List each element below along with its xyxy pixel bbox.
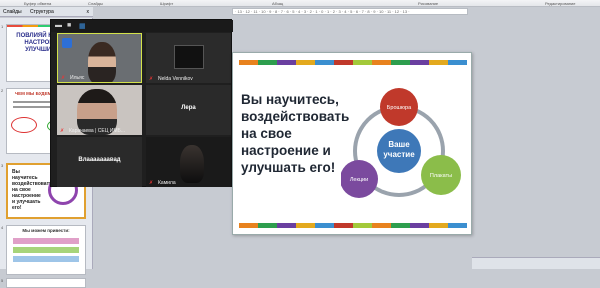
pin-icon[interactable] bbox=[62, 38, 72, 48]
minimize-icon[interactable]: ▬ bbox=[55, 22, 62, 29]
video-grid: ✗ Ильяс ✗ Nelda Vennikov ✗ Карачаева | С… bbox=[57, 33, 231, 187]
stripe-segment bbox=[296, 223, 315, 228]
participant-label: Лера bbox=[181, 105, 196, 111]
video-tile-participant[interactable]: Влааааааавад bbox=[57, 137, 142, 187]
stripe-segment bbox=[239, 223, 258, 228]
ribbon-drawing: Рисование bbox=[418, 1, 439, 6]
ribbon-font: Шрифт bbox=[160, 1, 174, 6]
stripe-segment bbox=[410, 60, 429, 65]
participant-name: Ильяс bbox=[70, 75, 85, 81]
participant-label: Влааааааавад bbox=[78, 157, 121, 163]
thumb-number: 5 bbox=[1, 278, 4, 283]
stripe-segment bbox=[429, 60, 448, 65]
shared-screen-thumbnail bbox=[174, 45, 204, 69]
slide-thumb-5[interactable] bbox=[6, 278, 86, 288]
top-color-stripe bbox=[239, 60, 467, 65]
participant-name: Камила bbox=[158, 180, 176, 186]
stripe-segment bbox=[315, 223, 334, 228]
thumb-row bbox=[13, 247, 79, 253]
slide-thumb-4[interactable]: Мы можем привести: bbox=[6, 225, 86, 275]
stripe-segment bbox=[277, 60, 296, 65]
mic-muted-icon: ✗ bbox=[149, 76, 154, 82]
participant-name: Карачаева | СЕЦ ИМБ... bbox=[69, 128, 126, 134]
sidebar-close-button[interactable]: x bbox=[87, 9, 90, 15]
main-slide[interactable]: Вы научитесь, воздействовать на свое нас… bbox=[232, 52, 472, 235]
stripe-segment bbox=[296, 60, 315, 65]
tab-outline[interactable]: Структура bbox=[30, 9, 54, 15]
stripe-segment bbox=[334, 60, 353, 65]
thumb-number: 3 bbox=[1, 163, 4, 168]
thumb-title: Вы научитесь воздействовать на свое наст… bbox=[12, 169, 53, 211]
participant-video bbox=[88, 42, 116, 82]
thumb-row bbox=[13, 238, 79, 244]
video-tile-participant[interactable]: ✗ Nelda Vennikov bbox=[146, 33, 231, 83]
ribbon-clipboard: Буфер обмена bbox=[24, 1, 52, 6]
cycle-diagram: Ваше участие Брошюра Плакаты Лекции bbox=[341, 88, 461, 198]
thumb-number: 1 bbox=[1, 24, 4, 29]
stripe-segment bbox=[258, 60, 277, 65]
node-brochure-label: Брошюра bbox=[387, 105, 412, 111]
sidebar-tabs: Слайды Структура x bbox=[0, 7, 93, 17]
stripe-segment bbox=[372, 60, 391, 65]
video-tile-participant[interactable]: ✗ Ильяс bbox=[57, 33, 142, 83]
mic-muted-icon: ✗ bbox=[61, 75, 66, 81]
tab-slides[interactable]: Слайды bbox=[3, 9, 22, 15]
ribbon-editing: Редактирование bbox=[545, 1, 576, 6]
thumb-title: Мы можем привести: bbox=[22, 228, 70, 233]
video-toolbar: ▬ ■ ▦ bbox=[51, 20, 233, 32]
node-lectures-label: Лекции bbox=[350, 177, 368, 183]
node-posters-label: Плакаты bbox=[430, 173, 452, 179]
thumb-number: 4 bbox=[1, 225, 4, 230]
video-tile-participant[interactable]: Лера bbox=[146, 85, 231, 135]
grid-view-icon[interactable]: ▦ bbox=[79, 22, 86, 30]
horizontal-ruler: · 13 · 12 · 11 · 10 · 9 · 8 · 7 · 6 · 5 … bbox=[232, 8, 468, 15]
ribbon-slides: Слайды bbox=[88, 1, 103, 6]
stripe-segment bbox=[353, 60, 372, 65]
participant-video bbox=[180, 145, 204, 183]
stripe-segment bbox=[391, 60, 410, 65]
video-tile-participant[interactable]: ✗ Камила bbox=[146, 137, 231, 187]
thumb-number: 2 bbox=[1, 88, 4, 93]
status-bar bbox=[472, 257, 600, 269]
stripe-segment bbox=[315, 60, 334, 65]
thumb-row bbox=[13, 256, 79, 262]
thumb-shape bbox=[11, 117, 37, 133]
participant-name: Nelda Vennikov bbox=[158, 76, 193, 82]
stripe-segment bbox=[277, 223, 296, 228]
stripe-segment bbox=[258, 223, 277, 228]
slide-title[interactable]: Вы научитесь, воздействовать на свое нас… bbox=[241, 91, 351, 176]
ribbon-paragraph: Абзац bbox=[272, 1, 284, 6]
ribbon-group-labels: Буфер обмена Слайды Шрифт Абзац Рисовани… bbox=[0, 0, 600, 7]
mic-muted-icon: ✗ bbox=[60, 128, 65, 134]
stripe-segment bbox=[239, 60, 258, 65]
video-tile-participant[interactable]: ✗ Карачаева | СЕЦ ИМБ... bbox=[57, 85, 142, 135]
stripe-segment bbox=[448, 60, 467, 65]
mic-muted-icon: ✗ bbox=[149, 180, 154, 186]
video-call-window[interactable]: ▬ ■ ▦ ✗ Ильяс ✗ Nelda Vennikov ✗ Карачае… bbox=[50, 19, 233, 187]
thumbnail-view-icon[interactable]: ■ bbox=[67, 22, 71, 29]
